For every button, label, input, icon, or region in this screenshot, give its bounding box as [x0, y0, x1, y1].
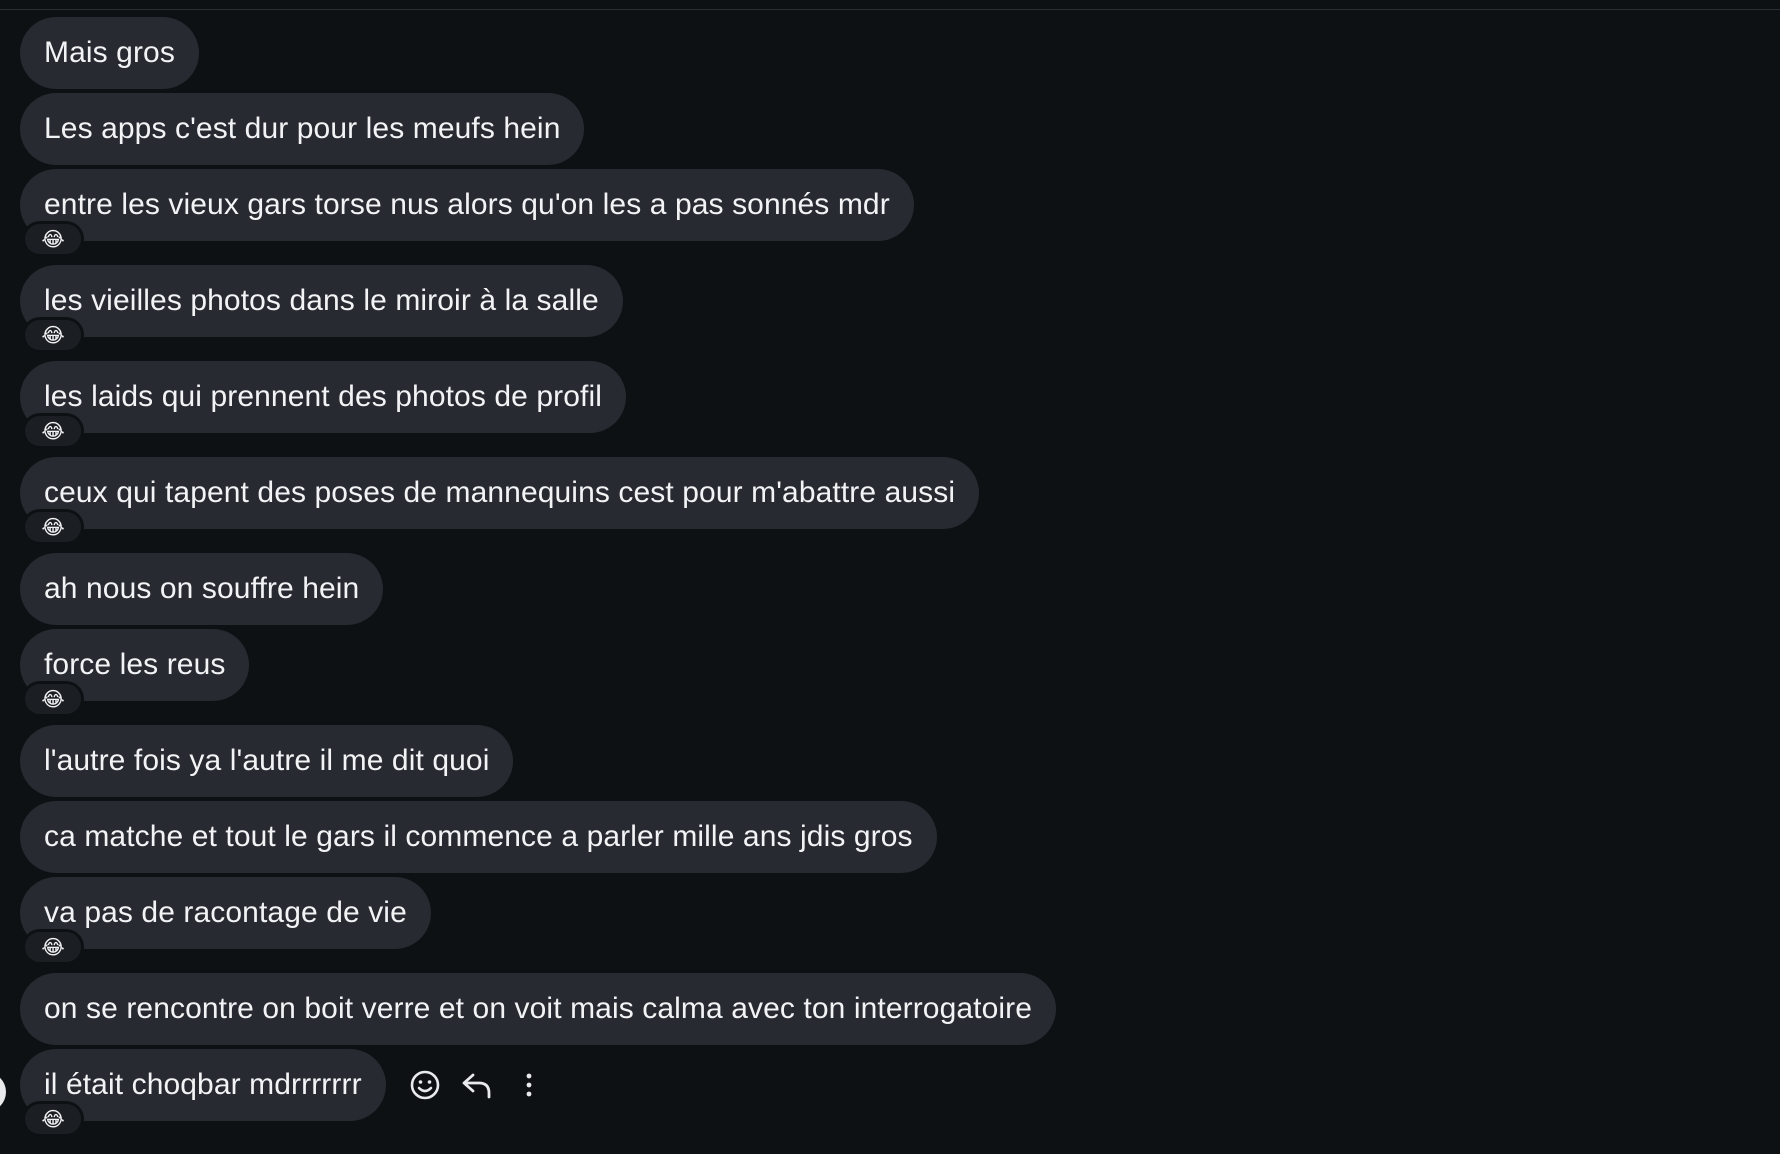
message-thread: Mais gros Les apps c'est dur pour les me…	[20, 17, 1760, 1137]
message-row: entre les vieux gars torse nus alors qu'…	[20, 169, 1760, 257]
reply-icon[interactable]	[460, 1068, 494, 1102]
message-row: les vieilles photos dans le miroir à la …	[20, 265, 1760, 353]
message-row-hovered: il était choqbar mdrrrrrrr 😂	[20, 1049, 1760, 1137]
message-row: ca matche et tout le gars il commence a …	[20, 801, 1760, 873]
reaction-badge[interactable]: 😂	[22, 509, 84, 545]
message-row: force les reus 😂	[20, 629, 1760, 717]
reaction-badge[interactable]: 😂	[22, 317, 84, 353]
message-row: les laids qui prennent des photos de pro…	[20, 361, 1760, 449]
message-actions	[408, 1068, 546, 1102]
top-divider	[0, 0, 1780, 10]
reaction-badge[interactable]: 😂	[22, 929, 84, 965]
reaction-badge[interactable]: 😂	[22, 1101, 84, 1137]
smiley-icon[interactable]	[408, 1068, 442, 1102]
message-row: va pas de racontage de vie 😂	[20, 877, 1760, 965]
reaction-badge[interactable]: 😂	[22, 221, 84, 257]
message-row: ah nous on souffre hein	[20, 553, 1760, 625]
message-bubble[interactable]: les vieilles photos dans le miroir à la …	[20, 265, 623, 337]
message-bubble[interactable]: ceux qui tapent des poses de mannequins …	[20, 457, 980, 529]
message-bubble[interactable]: ah nous on souffre hein	[20, 553, 384, 625]
message-bubble[interactable]: les laids qui prennent des photos de pro…	[20, 361, 626, 433]
message-bubble[interactable]: Les apps c'est dur pour les meufs hein	[20, 93, 585, 165]
more-icon[interactable]	[512, 1068, 546, 1102]
message-bubble[interactable]: Mais gros	[20, 17, 199, 89]
message-row: l'autre fois ya l'autre il me dit quoi	[20, 725, 1760, 797]
message-row: ceux qui tapent des poses de mannequins …	[20, 457, 1760, 545]
message-bubble[interactable]: on se rencontre on boit verre et on voit…	[20, 973, 1057, 1045]
message-bubble[interactable]: entre les vieux gars torse nus alors qu'…	[20, 169, 914, 241]
avatar[interactable]	[0, 1072, 6, 1112]
message-bubble[interactable]: ca matche et tout le gars il commence a …	[20, 801, 937, 873]
message-bubble[interactable]: l'autre fois ya l'autre il me dit quoi	[20, 725, 514, 797]
reaction-badge[interactable]: 😂	[22, 413, 84, 449]
message-row: Mais gros	[20, 17, 1760, 89]
message-row: Les apps c'est dur pour les meufs hein	[20, 93, 1760, 165]
message-row: on se rencontre on boit verre et on voit…	[20, 973, 1760, 1045]
reaction-badge[interactable]: 😂	[22, 681, 84, 717]
